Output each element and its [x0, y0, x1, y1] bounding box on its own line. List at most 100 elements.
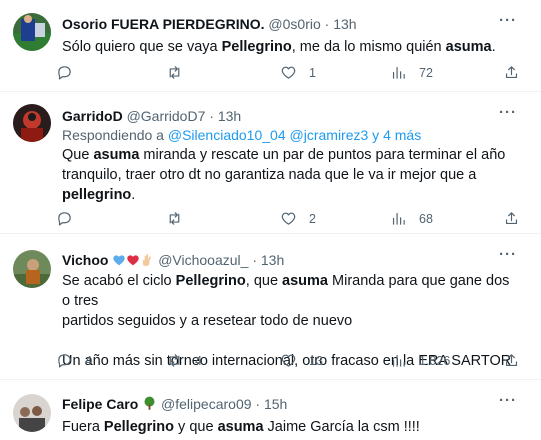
reply-icon [58, 354, 71, 368]
tweet-header: Vichoo @Vichooazul_ · 13h [62, 252, 285, 268]
share-button[interactable] [503, 210, 520, 227]
avatar[interactable] [13, 13, 51, 51]
tweet-text-line: Fuera Pellegrino y que asuma Jaime Garcí… [62, 417, 512, 437]
tweet-4[interactable]: Felipe Caro @felipecaro09 · 15h ··· Fuer… [0, 380, 541, 440]
retweet-icon [169, 66, 180, 79]
text-run: , me da lo mismo quién [291, 39, 446, 55]
retweet-icon [169, 354, 180, 367]
display-name[interactable]: Felipe Caro [62, 396, 138, 412]
handle[interactable]: @felipecaro09 [161, 396, 252, 412]
tweet-text: Sólo quiero que se vaya Pellegrino, me d… [62, 37, 512, 57]
views-button[interactable]: 68 [390, 210, 433, 227]
share-icon [505, 66, 518, 79]
like-icon [281, 66, 296, 79]
timestamp[interactable]: 13h [218, 108, 241, 124]
text-run: , que [245, 273, 283, 289]
more-icon[interactable]: ··· [499, 246, 517, 263]
retweet-icon [169, 212, 180, 225]
retweet-button[interactable]: 4 [166, 352, 202, 369]
text-run: Fuera [62, 419, 104, 435]
replying-to-label: Respondiendo a [62, 127, 164, 143]
views-count: 72 [419, 65, 433, 80]
retweet-count: 4 [195, 353, 202, 368]
reply-button[interactable] [56, 64, 85, 81]
timestamp[interactable]: 13h [333, 16, 356, 32]
views-icon [392, 354, 405, 367]
share-button[interactable] [503, 352, 520, 369]
name-emojis [112, 252, 158, 268]
handle[interactable]: @Vichooazul_ [158, 252, 248, 268]
text-run: miranda y rescate un par de puntos para … [139, 147, 506, 163]
tweet-1[interactable]: Osorio FUERA PIERDEGRINO. @0s0rio · 13h … [0, 0, 541, 92]
highlighted-term: asuma [93, 147, 140, 163]
views-count: 68 [419, 211, 433, 226]
retweet-button[interactable] [166, 210, 195, 227]
reply-icon [58, 212, 71, 226]
text-run: partidos seguidos y a resetear todo de n… [62, 313, 353, 329]
more-icon[interactable]: ··· [499, 12, 517, 29]
tweet-header: Felipe Caro @felipecaro09 · 15h [62, 396, 288, 412]
tweet-text-line: Se acabó el ciclo Pellegrino, que asuma … [62, 271, 512, 311]
tweet-header: Osorio FUERA PIERDEGRINO. @0s0rio · 13h [62, 16, 357, 32]
avatar[interactable] [13, 104, 51, 142]
highlighted-term: pellegrino [62, 187, 132, 203]
like-icon [281, 354, 296, 367]
text-run: Sólo quiero que se vaya [62, 39, 222, 55]
like-count: 1 [309, 65, 316, 80]
highlighted-term: asuma [282, 273, 328, 289]
tweet-text: Que asuma miranda y rescate un par de pu… [62, 145, 512, 205]
share-button[interactable] [503, 64, 520, 81]
more-icon[interactable]: ··· [499, 104, 517, 121]
reply-button[interactable] [56, 210, 85, 227]
like-count: 13 [309, 353, 323, 368]
blue-heart-icon [113, 255, 125, 266]
tweet-text-line: partidos seguidos y a resetear todo de n… [62, 311, 512, 331]
views-button[interactable]: 72 [390, 64, 433, 81]
reply-button[interactable]: 4 [56, 352, 92, 369]
display-name[interactable]: GarridoD [62, 108, 123, 124]
tweet-2[interactable]: GarridoD @GarridoD7 · 13h ··· Respondien… [0, 92, 541, 234]
handle[interactable]: @0s0rio [268, 16, 320, 32]
highlighted-term: asuma [445, 39, 492, 55]
text-run: tranquilo, traer otro dt no garantiza na… [62, 167, 477, 183]
action-bar: 2 68 [56, 210, 526, 230]
timestamp[interactable]: 13h [261, 252, 284, 268]
display-name[interactable]: Osorio FUERA PIERDEGRINO. [62, 16, 265, 32]
tweet-text: Fuera Pellegrino y que asuma Jaime Garcí… [62, 417, 512, 437]
share-icon [505, 212, 518, 225]
like-button[interactable]: 2 [280, 210, 316, 227]
views-button[interactable]: 1.026 [390, 352, 450, 369]
share-icon [505, 354, 518, 367]
tweet-3[interactable]: Vichoo @Vichooazul_ · 13h ··· Se acabó e… [0, 234, 541, 380]
tweet-text-line: tranquilo, traer otro dt no garantiza na… [62, 165, 512, 185]
action-bar: 1 72 [56, 64, 526, 84]
tweet-text-line: Sólo quiero que se vaya Pellegrino, me d… [62, 37, 512, 57]
text-run: Se acabó el ciclo [62, 273, 176, 289]
tweet-text-line: Que asuma miranda y rescate un par de pu… [62, 145, 512, 165]
avatar[interactable] [13, 394, 51, 432]
avatar[interactable] [13, 250, 51, 288]
like-icon [281, 212, 296, 225]
tweet-text-line [62, 331, 512, 351]
display-name[interactable]: Vichoo [62, 252, 108, 268]
text-run: y que [174, 419, 218, 435]
retweet-button[interactable] [166, 64, 195, 81]
text-run: . [131, 187, 136, 203]
reply-icon [58, 66, 71, 80]
more-icon[interactable]: ··· [499, 392, 517, 409]
timestamp[interactable]: 15h [264, 396, 287, 412]
views-icon [392, 66, 405, 79]
text-run: Que [62, 147, 94, 163]
tweet-header: GarridoD @GarridoD7 · 13h [62, 108, 242, 124]
views-icon [392, 212, 405, 225]
tree-emoji-icon [144, 396, 155, 410]
handle[interactable]: @GarridoD7 [127, 108, 206, 124]
hand-emoji-icon [143, 254, 152, 266]
like-button[interactable]: 13 [280, 352, 323, 369]
reply-count: 4 [85, 353, 92, 368]
like-count: 2 [309, 211, 316, 226]
action-bar: 4 4 13 1.026 [56, 352, 526, 372]
like-button[interactable]: 1 [280, 64, 316, 81]
replying-to-users[interactable]: @Silenciado10_04 @jcramirez3 y 4 más [168, 127, 421, 143]
highlighted-term: Pellegrino [103, 419, 175, 435]
